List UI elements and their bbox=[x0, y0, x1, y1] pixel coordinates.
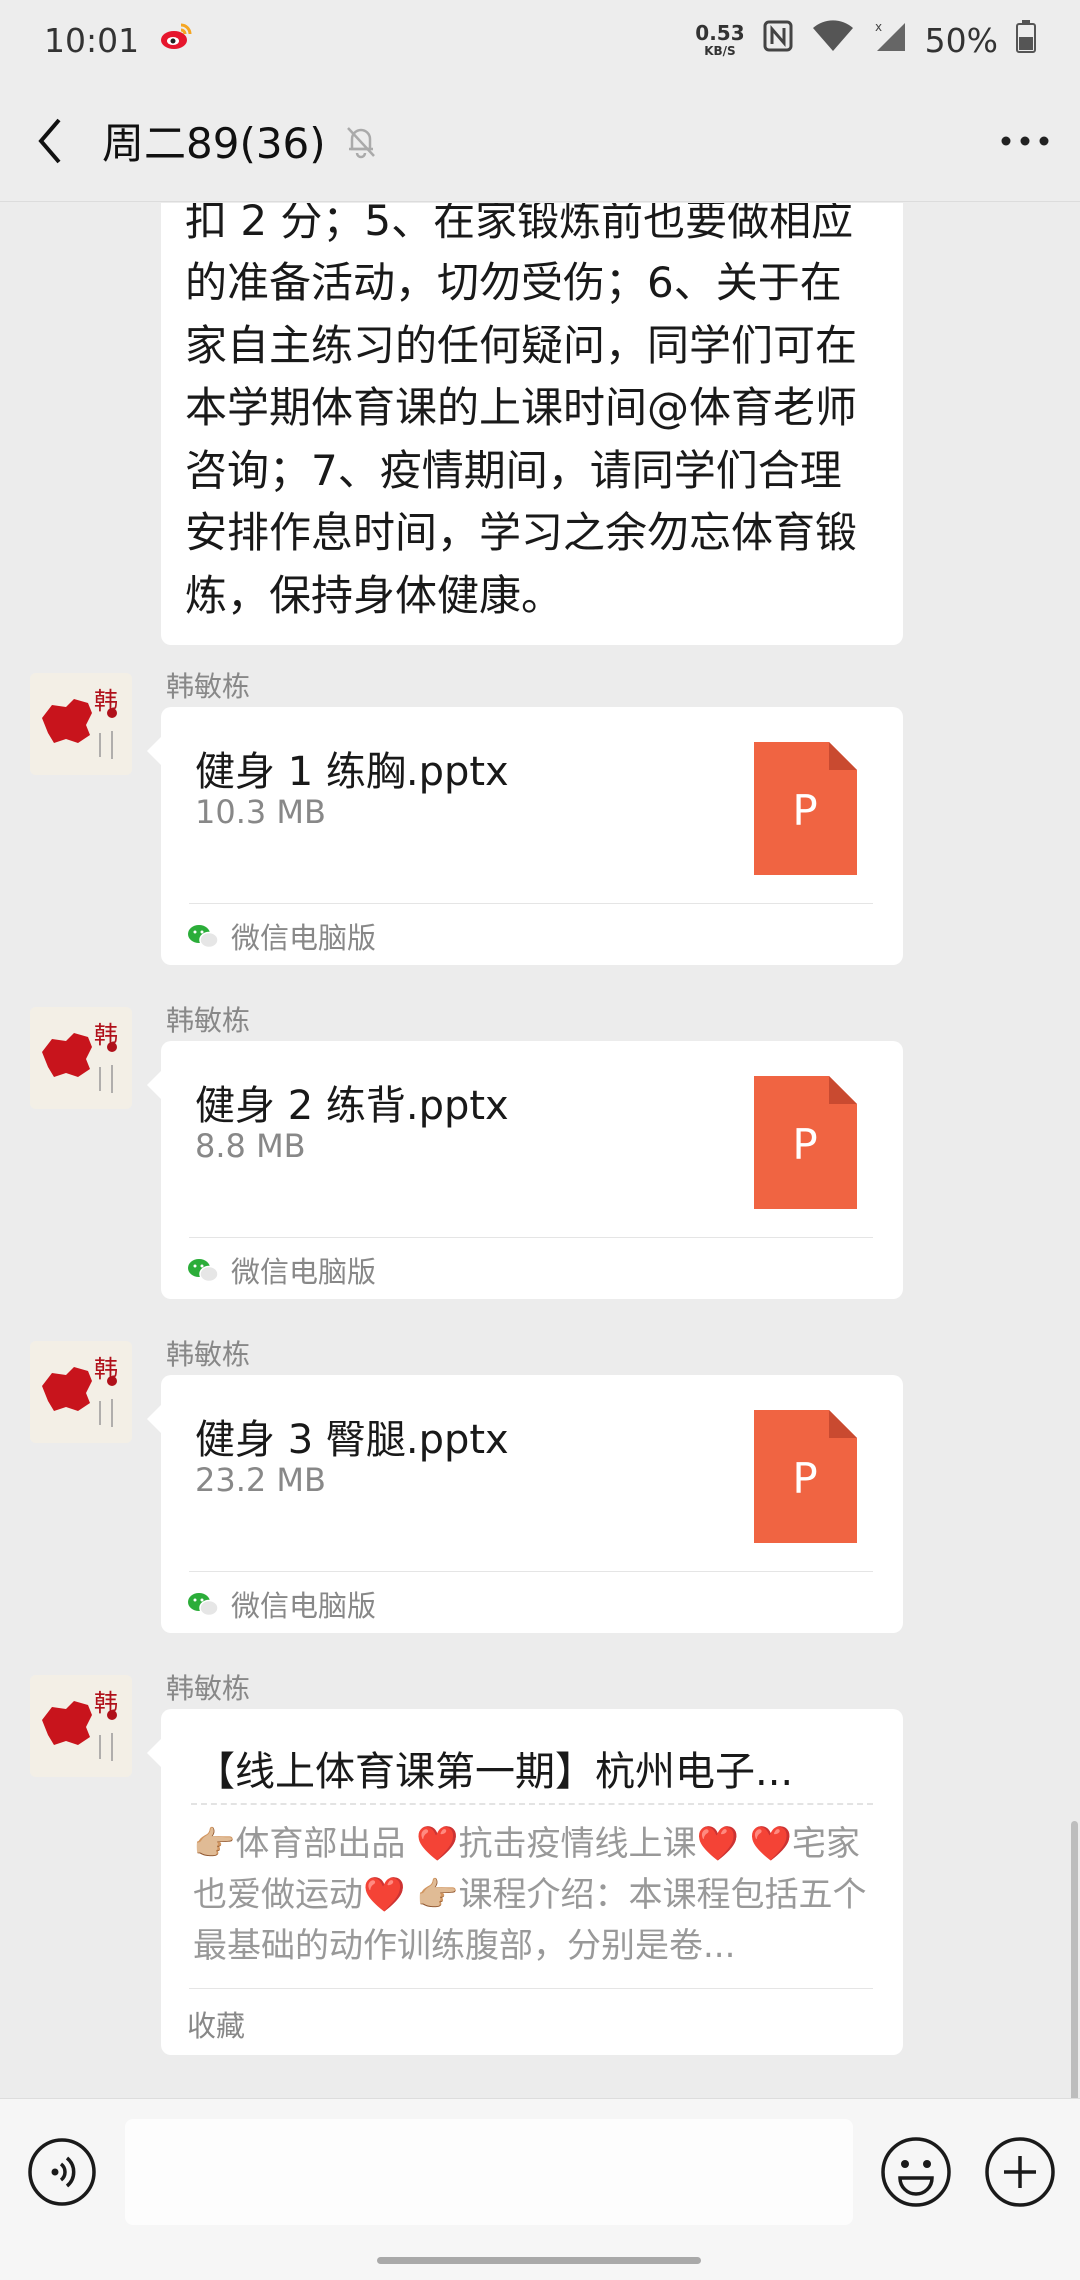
source-label: 微信电脑版 bbox=[231, 1589, 377, 1623]
net-speed: 0.53 KB/S bbox=[695, 21, 745, 58]
svg-text:P: P bbox=[792, 1120, 817, 1169]
battery-percent: 50% bbox=[924, 20, 998, 60]
more-dots-icon bbox=[1001, 136, 1049, 145]
text-message-content: 扣 2 分；5、在家锻炼前也要做相应的准备活动，切勿受伤；6、关于在家自主练习的… bbox=[185, 203, 858, 620]
wifi-icon bbox=[811, 20, 855, 60]
weibo-icon bbox=[159, 21, 193, 60]
favorites-label: 收藏 bbox=[187, 2009, 246, 2043]
card-footer: 微信电脑版 bbox=[187, 1583, 376, 1625]
pointing-hand-icon: 👉🏼 bbox=[416, 1875, 459, 1915]
nfc-icon bbox=[763, 20, 793, 60]
emoji-icon bbox=[881, 2137, 951, 2207]
file-card[interactable]: 健身 3 臀腿.pptx 23.2 MB P 微信电脑版 bbox=[147, 1375, 903, 1633]
mute-bell-icon bbox=[342, 122, 380, 160]
plus-icon bbox=[985, 2137, 1055, 2207]
sender-name: 韩敏栋 bbox=[166, 1004, 251, 1037]
card-divider bbox=[189, 1988, 873, 1989]
message-list[interactable]: 扣 2 分；5、在家锻炼前也要做相应的准备活动，切勿受伤；6、关于在家自主练习的… bbox=[0, 203, 1080, 2098]
more-functions-button[interactable] bbox=[984, 2136, 1056, 2208]
file-size: 23.2 MB bbox=[195, 1461, 326, 1499]
battery-icon bbox=[1016, 19, 1036, 61]
input-bar bbox=[0, 2098, 1080, 2280]
sender-name: 韩敏栋 bbox=[166, 670, 251, 703]
back-button[interactable] bbox=[0, 80, 100, 202]
ppt-file-icon: P bbox=[754, 1410, 857, 1543]
sender-name: 韩敏栋 bbox=[166, 1338, 251, 1371]
link-title: 【线上体育课第一期】杭州电子... bbox=[195, 1749, 794, 1795]
voice-icon bbox=[28, 2138, 96, 2206]
wechat-icon bbox=[188, 1593, 219, 1617]
chat-title: 周二89(36) bbox=[102, 119, 326, 168]
card-divider bbox=[189, 903, 873, 904]
source-label: 微信电脑版 bbox=[231, 1255, 377, 1289]
card-footer: 微信电脑版 bbox=[187, 1249, 376, 1291]
avatar[interactable]: 韩 bbox=[30, 673, 132, 775]
link-divider bbox=[191, 1803, 873, 1805]
file-name: 健身 1 练胸.pptx bbox=[195, 749, 509, 795]
ppt-file-icon: P bbox=[754, 1076, 857, 1209]
card-divider bbox=[189, 1237, 873, 1238]
status-bar: 10:01 0.53 KB/S x 50% bbox=[0, 0, 1080, 80]
message-input[interactable] bbox=[125, 2119, 853, 2225]
avatar[interactable]: 韩 bbox=[30, 1675, 132, 1777]
heart-icon: ❤️ bbox=[696, 1824, 739, 1864]
sender-name: 韩敏栋 bbox=[166, 1672, 251, 1705]
source-label: 微信电脑版 bbox=[231, 921, 377, 955]
ppt-file-icon: P bbox=[754, 742, 857, 875]
avatar[interactable]: 韩 bbox=[30, 1007, 132, 1109]
svg-text:P: P bbox=[792, 1454, 817, 1503]
svg-text:P: P bbox=[792, 786, 817, 835]
file-name: 健身 3 臀腿.pptx bbox=[195, 1417, 509, 1463]
heart-icon: ❤️ bbox=[749, 1824, 792, 1864]
link-card[interactable]: 【线上体育课第一期】杭州电子... 👉🏼体育部出品 ❤️抗击疫情线上课❤️ ❤️… bbox=[147, 1709, 903, 2055]
svg-text:x: x bbox=[875, 20, 882, 34]
emoji-button[interactable] bbox=[880, 2136, 952, 2208]
heart-icon: ❤️ bbox=[416, 1824, 459, 1864]
heart-icon: ❤️ bbox=[363, 1875, 406, 1915]
file-name: 健身 2 练背.pptx bbox=[195, 1083, 509, 1129]
signal-icon: x bbox=[873, 19, 907, 61]
link-description: 👉🏼体育部出品 ❤️抗击疫情线上课❤️ ❤️宅家也爱做运动❤️ 👉🏼课程介绍：本… bbox=[193, 1824, 867, 1966]
pointing-hand-icon: 👉🏼 bbox=[193, 1824, 236, 1864]
card-footer: 微信电脑版 bbox=[187, 915, 376, 957]
file-card[interactable]: 健身 1 练胸.pptx 10.3 MB P 微信电脑版 bbox=[147, 707, 903, 965]
home-indicator[interactable] bbox=[377, 2257, 701, 2264]
file-size: 8.8 MB bbox=[195, 1127, 306, 1165]
voice-input-button[interactable] bbox=[27, 2137, 97, 2207]
scrollbar[interactable] bbox=[1071, 1821, 1078, 2098]
back-arrow-icon bbox=[38, 118, 61, 163]
file-card[interactable]: 健身 2 练背.pptx 8.8 MB P 微信电脑版 bbox=[147, 1041, 903, 1299]
text-message-bubble[interactable]: 扣 2 分；5、在家锻炼前也要做相应的准备活动，切勿受伤；6、关于在家自主练习的… bbox=[161, 203, 903, 645]
file-size: 10.3 MB bbox=[195, 793, 326, 831]
chat-screen: 10:01 0.53 KB/S x 50% 周二89(36) 扣 2 分；5、在… bbox=[0, 0, 1080, 2280]
card-divider bbox=[189, 1571, 873, 1572]
card-footer: 收藏 bbox=[187, 2003, 245, 2045]
chat-header: 周二89(36) bbox=[0, 80, 1080, 202]
wechat-icon bbox=[188, 1259, 219, 1283]
status-time: 10:01 bbox=[44, 20, 140, 60]
avatar[interactable]: 韩 bbox=[30, 1341, 132, 1443]
wechat-icon bbox=[188, 925, 219, 949]
more-options-button[interactable] bbox=[970, 80, 1080, 202]
